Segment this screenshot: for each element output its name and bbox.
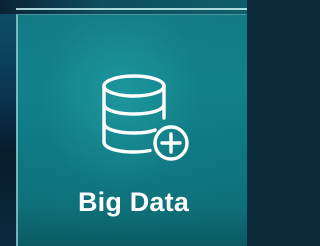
app-screen: Big Data (0, 0, 247, 246)
big-data-tile[interactable]: Big Data (16, 14, 247, 246)
top-divider (16, 8, 247, 10)
left-background-panel (0, 14, 16, 246)
top-tile-edge (0, 0, 247, 14)
database-plus-icon (102, 74, 189, 161)
tile-label: Big Data (77, 187, 190, 217)
